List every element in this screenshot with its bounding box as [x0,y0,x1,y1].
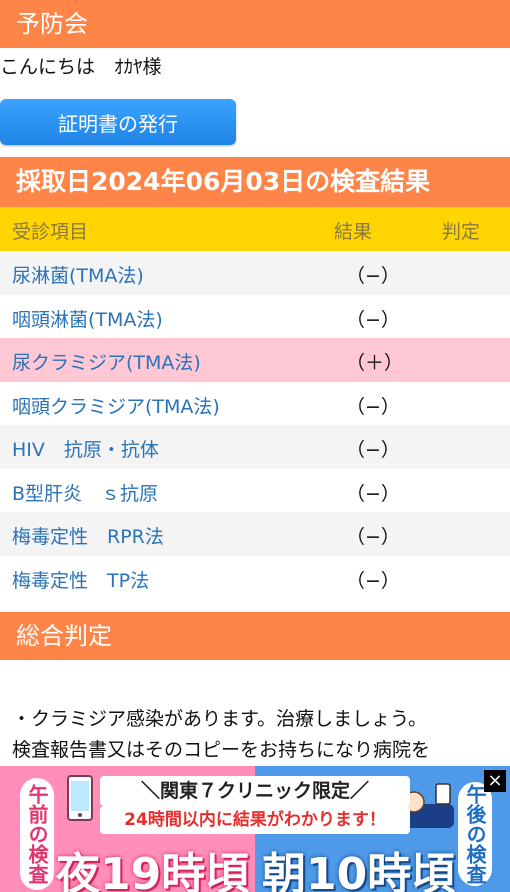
test-result-value: （−） [346,526,400,548]
summary-text-line: 検査報告書又はそのコピーをお持ちになり病院を [12,739,431,761]
results-table-header: 受診項目 結果 判定 [0,207,510,251]
ad-subheadline: 24時間以内に結果がわかります！ [100,806,410,834]
test-item-label: 尿クラミジア(TMA法) [12,352,201,374]
test-item-label: 梅毒定性 RPR法 [12,526,164,548]
greeting-text: こんにちは ｵｶﾔ様 [0,56,162,78]
test-item-label: 咽頭クラミジア(TMA法) [12,395,220,418]
test-item-label: 尿淋菌(TMA法) [12,265,144,287]
test-item-label: 梅毒定性 TP法 [12,569,150,592]
test-result-value: （−） [346,439,400,461]
table-row: HIV 抗原・抗体 （−） [0,425,510,469]
test-item-label: HIV 抗原・抗体 [12,439,159,461]
ad-headline: ＼関東７クリニック限定／ [100,776,410,806]
app-title: 予防会 [16,10,88,38]
summary-section-header: 総合判定 [0,612,510,660]
ad-evening-time: 夜19時頃 [56,849,250,892]
issue-certificate-button[interactable]: 証明書の発行 [0,99,236,145]
summary-section-title: 総合判定 [16,622,112,650]
close-icon[interactable]: × [484,770,506,792]
table-row: 尿淋菌(TMA法) （−） [0,251,510,295]
ad-afternoon-test-badge: 午後の検査 [458,782,492,886]
table-row: 梅毒定性 TP法 （−） [0,555,510,599]
test-item-label: 咽頭淋菌(TMA法) [12,308,163,331]
summary-text-line: ・クラミジア感染があります。治療しましょう。 [12,708,427,730]
phone-illustration-icon [67,775,93,821]
test-result-value: （−） [346,569,400,592]
column-header-item: 受診項目 [12,221,89,243]
table-row: 咽頭淋菌(TMA法) （−） [0,294,510,338]
results-table-body: 尿淋菌(TMA法) （−） 咽頭淋菌(TMA法) （−） 尿クラミジア(TMA法) （＋）… [0,251,510,599]
result-section-title: 採取日2024年06月03日の検査結果 [16,167,431,196]
column-header-judgement: 判定 [442,221,481,243]
table-row: 尿クラミジア(TMA法) （＋） [0,338,510,382]
test-result-value: （−） [346,308,400,331]
ad-morning-test-badge: 午前の検査 [20,778,54,890]
test-result-value: （−） [346,395,400,418]
table-row: B型肝炎 ｓ抗原 （−） [0,468,510,512]
result-section-header: 採取日2024年06月03日の検査結果 [0,157,510,207]
test-result-value: （−） [346,482,400,505]
column-header-result: 結果 [334,221,373,243]
summary-text: ・クラミジア感染があります。治療しましょう。 検査報告書又はそのコピーをお持ちに… [12,704,508,766]
table-row: 梅毒定性 RPR法 （−） [0,512,510,556]
test-result-value: （−） [346,265,400,287]
test-result-value: （＋） [346,352,404,374]
test-item-label: B型肝炎 ｓ抗原 [12,482,159,505]
ad-morning-time: 朝10時頃 [262,849,456,892]
table-row: 咽頭クラミジア(TMA法) （−） [0,381,510,425]
app-header: 予防会 [0,0,510,48]
ad-banner[interactable]: 午前の検査 午後の検査 ＼関東７クリニック限定／ 24時間以内に結果がわかります… [0,766,510,892]
